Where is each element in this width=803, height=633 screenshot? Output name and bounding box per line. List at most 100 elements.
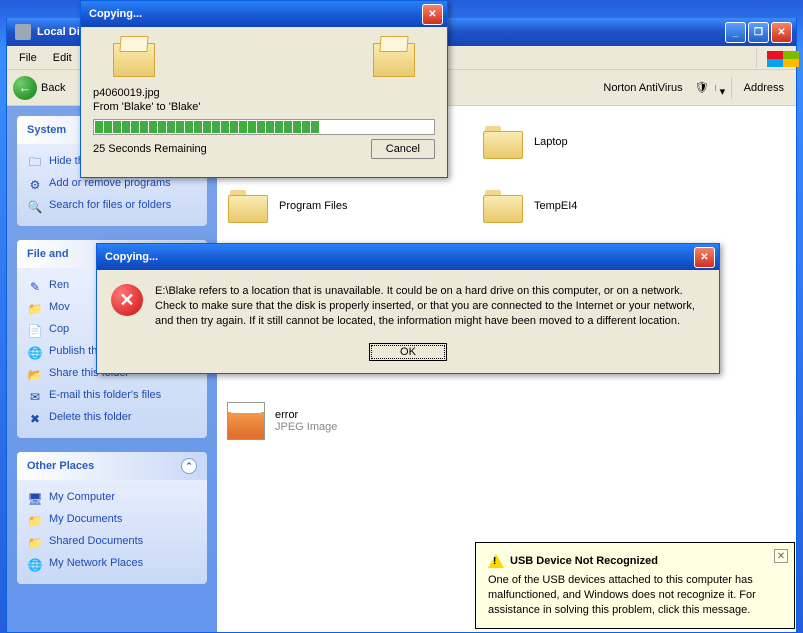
- windows-flag-icon[interactable]: [756, 48, 792, 68]
- progress-segment: [176, 121, 184, 133]
- file-item[interactable]: Program Files: [227, 188, 482, 224]
- cancel-button[interactable]: Cancel: [371, 139, 435, 159]
- progress-segment: [149, 121, 157, 133]
- progress-segment: [356, 121, 364, 133]
- copy-filename: p4060019.jpg: [93, 87, 435, 99]
- task-icon: 📁: [27, 535, 43, 551]
- task-icon: 📂: [27, 367, 43, 383]
- task-icon: 📄: [27, 323, 43, 339]
- file-task-item[interactable]: ✖ Delete this folder: [27, 408, 197, 430]
- task-label: Ren: [49, 279, 69, 291]
- task-label: My Documents: [49, 513, 122, 525]
- norton-dropdown-icon[interactable]: ▾: [715, 85, 725, 91]
- folder-icon: [482, 188, 524, 224]
- image-file-icon: [227, 402, 265, 440]
- system-task-item[interactable]: 🔍 Search for files or folders: [27, 196, 197, 218]
- progress-segment: [185, 121, 193, 133]
- back-arrow-icon: ←: [13, 76, 37, 100]
- balloon-body: One of the USB devices attached to this …: [488, 573, 768, 618]
- file-item[interactable]: TempEI4: [482, 188, 737, 224]
- progress-segment: [158, 121, 166, 133]
- progress-segment: [203, 121, 211, 133]
- task-icon: 📁: [27, 301, 43, 317]
- error-icon: ✕: [111, 284, 143, 316]
- source-folder-icon: [113, 43, 155, 77]
- progress-segment: [221, 121, 229, 133]
- minimize-button[interactable]: _: [725, 22, 746, 43]
- task-icon: ⚙: [27, 177, 43, 193]
- file-task-item[interactable]: ✉E-mail this folder's files: [27, 386, 197, 408]
- progress-segment: [239, 121, 247, 133]
- task-label: Add or remove programs: [49, 177, 171, 189]
- other-places-item[interactable]: 🖥My Computer: [27, 488, 197, 510]
- task-icon: 🌐: [27, 345, 43, 361]
- progress-segment: [113, 121, 121, 133]
- progress-segment: [104, 121, 112, 133]
- norton-button[interactable]: Norton AntiVirus: [597, 79, 688, 97]
- error-dialog-title: Copying...: [105, 251, 158, 263]
- task-icon: ✎: [27, 279, 43, 295]
- task-icon: 🔍: [27, 199, 43, 215]
- progress-segment: [338, 121, 346, 133]
- progress-segment: [95, 121, 103, 133]
- file-label: errorJPEG Image: [275, 409, 337, 433]
- other-places-box: Other Places⌃ 🖥My Computer📁My Documents📁…: [17, 452, 207, 584]
- error-dialog-close-button[interactable]: ✕: [694, 247, 715, 268]
- folder-icon: [482, 124, 524, 160]
- progress-segment: [131, 121, 139, 133]
- progress-segment: [212, 121, 220, 133]
- task-icon: ✖: [27, 411, 43, 427]
- usb-notification-balloon[interactable]: ✕ USB Device Not Recognized One of the U…: [475, 542, 795, 629]
- progress-segment: [320, 121, 328, 133]
- close-button[interactable]: ✕: [771, 22, 792, 43]
- progress-segment: [293, 121, 301, 133]
- maximize-button[interactable]: ❐: [748, 22, 769, 43]
- progress-segment: [122, 121, 130, 133]
- other-places-item[interactable]: 🌐My Network Places: [27, 554, 197, 576]
- copy-progress-dialog: Copying... ✕ p4060019.jpg From 'Blake' t…: [80, 0, 448, 178]
- progress-segment: [311, 121, 319, 133]
- error-message: E:\Blake refers to a location that is un…: [155, 284, 705, 329]
- other-places-item[interactable]: 📁 Shared Documents: [27, 532, 197, 554]
- progress-segment: [167, 121, 175, 133]
- dest-folder-icon: [373, 43, 415, 77]
- file-label: TempEI4: [534, 200, 577, 212]
- task-icon: 📁: [27, 513, 43, 529]
- task-label: E-mail this folder's files: [49, 389, 161, 401]
- file-item[interactable]: errorJPEG Image: [227, 402, 482, 440]
- file-label: Program Files: [279, 200, 347, 212]
- progress-segment: [266, 121, 274, 133]
- address-label: Address: [738, 79, 790, 97]
- copy-dialog-title: Copying...: [89, 8, 142, 20]
- balloon-title: USB Device Not Recognized: [510, 554, 658, 569]
- other-places-item[interactable]: 📁 My Documents: [27, 510, 197, 532]
- task-label: Mov: [49, 301, 70, 313]
- balloon-close-button[interactable]: ✕: [774, 549, 788, 563]
- task-label: Shared Documents: [49, 535, 143, 547]
- progress-segment: [194, 121, 202, 133]
- copy-dialog-titlebar[interactable]: Copying... ✕: [81, 1, 447, 27]
- progress-bar: [93, 119, 435, 135]
- menu-edit[interactable]: Edit: [45, 48, 80, 68]
- copy-from-to: From 'Blake' to 'Blake': [93, 101, 435, 113]
- task-label: Delete this folder: [49, 411, 132, 423]
- time-remaining: 25 Seconds Remaining: [93, 143, 207, 155]
- file-item[interactable]: Laptop: [482, 124, 737, 160]
- task-label: My Computer: [49, 491, 115, 503]
- back-button[interactable]: ← Back: [13, 76, 65, 100]
- task-icon: 🗀: [27, 155, 43, 171]
- menu-file[interactable]: File: [11, 48, 45, 68]
- folder-icon: [227, 188, 269, 224]
- task-label: Cop: [49, 323, 69, 335]
- ok-button[interactable]: OK: [369, 343, 447, 361]
- file-label: Laptop: [534, 136, 568, 148]
- other-places-header[interactable]: Other Places⌃: [17, 452, 207, 480]
- error-dialog-titlebar[interactable]: Copying... ✕: [97, 244, 719, 270]
- task-label: My Network Places: [49, 557, 143, 569]
- progress-segment: [329, 121, 337, 133]
- copy-dialog-close-button[interactable]: ✕: [422, 4, 443, 25]
- progress-segment: [302, 121, 310, 133]
- error-dialog: Copying... ✕ ✕ E:\Blake refers to a loca…: [96, 243, 720, 374]
- task-label: Search for files or folders: [49, 199, 171, 211]
- window-controls: _ ❐ ✕: [725, 22, 792, 43]
